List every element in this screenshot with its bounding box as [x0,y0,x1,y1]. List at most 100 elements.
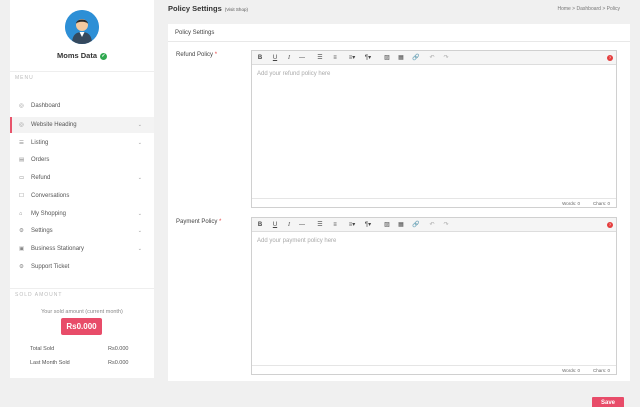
listing-icon: ☰ [19,140,24,146]
italic-button[interactable]: I [283,51,295,65]
undo-button[interactable]: ↶ [426,51,438,65]
sold-amount-heading: SOLD AMOUNT [15,292,63,298]
bullet-list-button[interactable]: ☰ [314,218,326,232]
word-count: Words: 0 [562,368,580,373]
orders-icon: ▤ [19,157,25,163]
char-count: Chars: 0 [592,201,610,206]
sidebar-item-website-heading[interactable]: ◎ Website Heading ⌄ [10,117,154,133]
underline-button[interactable]: U [269,218,281,232]
chevron-down-icon: ⌄ [137,211,142,217]
sidebar-item-label: Listing [31,140,49,146]
bullet-list-button[interactable]: ☰ [314,51,326,65]
total-sold-label: Total Sold [30,346,55,352]
sidebar-item-label: Support Ticket [31,264,70,270]
page-title-text: Policy Settings [168,4,222,13]
sold-amount-caption: Your sold amount (current month) [41,309,123,315]
numbered-list-button[interactable]: ≡ [329,218,341,232]
sidebar-item-refund[interactable]: ▭ Refund ⌄ [10,170,154,186]
last-month-sold-label: Last Month Sold [30,360,70,366]
visit-shop-link[interactable]: (Visit Shop) [225,7,248,12]
policy-settings-panel: Policy Settings Refund Policy * B U I — ☰ ≡ ≡▾… [168,24,630,381]
insert-table-button[interactable]: ▦ [395,51,407,65]
refund-policy-editor[interactable]: B U I — ☰ ≡ ≡▾ ¶▾ ▨ ▦ 🔗 ↶ ↷? Add your refund policy h… [251,50,617,208]
insert-table-button[interactable]: ▦ [395,218,407,232]
help-icon[interactable]: ? [607,55,613,61]
settings-icon: ⚙ [19,228,24,234]
word-count: Words: 0 [562,201,580,206]
bold-button[interactable]: B [254,218,266,232]
redo-button[interactable]: ↷ [440,218,452,232]
italic-button[interactable]: I [283,218,295,232]
sidebar: Moms Data ✓ MENU ◎ Dashboard ◎ Website Headi… [10,0,154,378]
help-icon[interactable]: ? [607,222,613,228]
undo-button[interactable]: ↶ [426,218,438,232]
numbered-list-button[interactable]: ≡ [329,51,341,65]
shop-name: Moms Data ✓ [10,51,154,60]
sidebar-item-label: Business Stationary [31,246,85,252]
paragraph-dropdown-button[interactable]: ¶▾ [362,218,374,232]
sidebar-item-label: Orders [31,157,50,163]
editor-statusbar: Words: 0 Chars: 0 [252,365,616,374]
last-month-sold-value: Rs0.000 [108,360,129,366]
horizontal-rule-button[interactable]: — [296,51,308,65]
insert-image-button[interactable]: ▨ [381,218,393,232]
refund-icon: ▭ [19,175,25,181]
insert-link-button[interactable]: 🔗 [410,51,422,65]
sidebar-item-my-shopping[interactable]: ⌂ My Shopping ⌄ [10,206,154,222]
chevron-down-icon: ⌄ [137,122,142,128]
briefcase-icon: ▣ [19,246,25,252]
required-marker: * [214,52,218,58]
refund-policy-label-text: Refund Policy [176,52,214,58]
menu-heading: MENU [15,75,34,81]
sidebar-item-label: My Shopping [31,211,67,217]
conversations-icon: ☐ [19,193,24,199]
insert-image-button[interactable]: ▨ [381,51,393,65]
divider [10,288,154,289]
refund-policy-label: Refund Policy * [176,52,217,58]
user-avatar-icon [65,10,99,44]
breadcrumb[interactable]: Home > Dashboard > Policy [557,6,620,12]
avatar[interactable] [65,10,99,44]
sidebar-item-label: Conversations [31,193,70,199]
dashboard-icon: ◎ [19,103,24,109]
payment-policy-label-text: Payment Policy [176,219,218,225]
panel-title: Policy Settings [175,30,215,36]
divider [10,71,154,72]
last-month-sold-row: Last Month Sold Rs0.000 [30,360,142,366]
editor-placeholder: Add your payment policy here [257,238,337,244]
editor-text-area[interactable]: Add your payment policy here [252,232,616,375]
editor-statusbar: Words: 0 Chars: 0 [252,198,616,207]
sidebar-item-support-ticket[interactable]: ⚙ Support Ticket [10,259,154,275]
chevron-down-icon: ⌄ [137,246,142,252]
sidebar-item-dashboard[interactable]: ◎ Dashboard [10,98,154,114]
sidebar-item-label: Dashboard [31,103,61,109]
sidebar-item-settings[interactable]: ⚙ Settings ⌄ [10,223,154,239]
redo-button[interactable]: ↷ [440,51,452,65]
sidebar-item-business-stationary[interactable]: ▣ Business Stationary ⌄ [10,241,154,257]
shop-name-text: Moms Data [56,51,97,60]
align-dropdown-button[interactable]: ≡▾ [346,218,358,232]
total-sold-row: Total Sold Rs0.000 [30,346,142,352]
editor-placeholder: Add your refund policy here [257,71,331,77]
editor-text-area[interactable]: Add your refund policy here [252,65,616,208]
sidebar-item-label: Refund [31,175,51,181]
total-sold-value: Rs0.000 [108,346,129,352]
page-title: Policy Settings (Visit Shop) [168,4,248,13]
underline-button[interactable]: U [269,51,281,65]
bold-button[interactable]: B [254,51,266,65]
save-button[interactable]: Save [592,397,624,407]
sidebar-item-orders[interactable]: ▤ Orders [10,152,154,168]
chevron-down-icon: ⌄ [137,228,142,234]
horizontal-rule-button[interactable]: — [296,218,308,232]
editor-toolbar: B U I — ☰ ≡ ≡▾ ¶▾ ▨ ▦ 🔗 ↶ ↷? [252,218,616,232]
verified-check-icon: ✓ [100,52,107,60]
payment-policy-editor[interactable]: B U I — ☰ ≡ ≡▾ ¶▾ ▨ ▦ 🔗 ↶ ↷? Add your payment policy … [251,217,617,375]
align-dropdown-button[interactable]: ≡▾ [346,51,358,65]
sidebar-item-label: Settings [31,228,53,234]
sidebar-item-conversations[interactable]: ☐ Conversations [10,188,154,204]
paragraph-dropdown-button[interactable]: ¶▾ [362,51,374,65]
insert-link-button[interactable]: 🔗 [410,218,422,232]
sold-amount-badge: Rs0.000 [61,318,102,335]
sidebar-item-label: Website Heading [31,122,77,128]
sidebar-item-listing[interactable]: ☰ Listing ⌄ [10,135,154,151]
